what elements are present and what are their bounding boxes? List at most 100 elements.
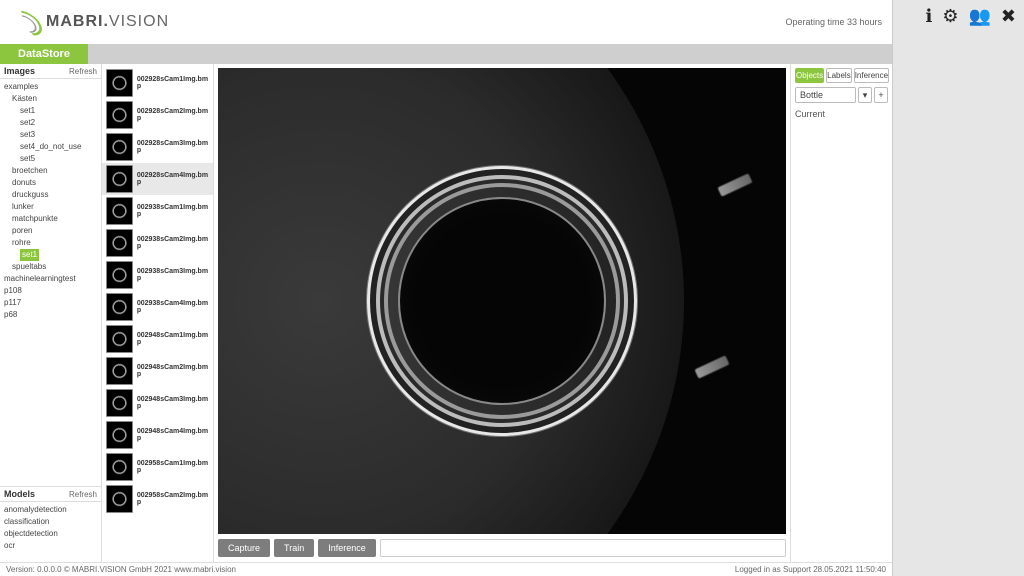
class-select[interactable]: Bottle: [795, 87, 856, 103]
tree-node[interactable]: set3: [4, 129, 99, 141]
module-bar: DataStore: [0, 44, 892, 64]
tree-node[interactable]: p68: [4, 309, 99, 321]
tree-node[interactable]: broetchen: [4, 165, 99, 177]
tree-node[interactable]: examples: [4, 81, 99, 93]
tree-node[interactable]: matchpunkte: [4, 213, 99, 225]
thumbnail-item[interactable]: 002938sCam4Img.bmp: [102, 291, 213, 323]
thumbnail-column[interactable]: 002928sCam1Img.bmp 002928sCam2Img.bmp 0029…: [102, 64, 214, 562]
thumbnail-item[interactable]: 002958sCam1Img.bmp: [102, 451, 213, 483]
thumbnail-image: [106, 389, 133, 417]
thumbnail-image: [106, 133, 133, 161]
logo-text-a: MABRI.: [46, 13, 109, 30]
thumbnail-item[interactable]: 002938sCam2Img.bmp: [102, 227, 213, 259]
thumbnail-image: [106, 69, 133, 97]
thumbnail-image: [106, 101, 133, 129]
thumbnail-name: 002958sCam1Img.bmp: [137, 460, 209, 474]
image-viewer[interactable]: [218, 68, 786, 534]
class-add-button[interactable]: +: [874, 87, 888, 103]
tree-node[interactable]: p108: [4, 285, 99, 297]
tree-node[interactable]: anomalydetection: [4, 504, 99, 516]
tree-node[interactable]: machinelearningtest: [4, 273, 99, 285]
viewer-streak: [717, 173, 752, 196]
models-refresh[interactable]: Refresh: [69, 490, 97, 499]
class-dropdown-icon[interactable]: ▾: [858, 87, 872, 103]
footer-right: Logged in as Support 28.05.2021 11:50:40: [735, 565, 886, 574]
tree-node[interactable]: p117: [4, 297, 99, 309]
thumbnail-name: 002928sCam1Img.bmp: [137, 76, 209, 90]
gear-icon[interactable]: ⚙: [942, 6, 958, 27]
thumbnail-item[interactable]: 002928sCam1Img.bmp: [102, 67, 213, 99]
train-button[interactable]: Train: [274, 539, 314, 557]
thumbnail-name: 002928sCam4Img.bmp: [137, 172, 209, 186]
thumbnail-name: 002928sCam3Img.bmp: [137, 140, 209, 154]
thumbnail-image: [106, 357, 133, 385]
main: Images Refresh examplesKästenset1set2set…: [0, 64, 892, 562]
thumbnail-item[interactable]: 002948sCam3Img.bmp: [102, 387, 213, 419]
footer-left: Version: 0.0.0.0 © MABRI.VISION GmbH 202…: [6, 565, 236, 574]
thumbnail-name: 002948sCam2Img.bmp: [137, 364, 209, 378]
thumbnail-name: 002928sCam2Img.bmp: [137, 108, 209, 122]
thumbnail-name: 002948sCam4Img.bmp: [137, 428, 209, 442]
thumbnail-item[interactable]: 002928sCam3Img.bmp: [102, 131, 213, 163]
tab-inference[interactable]: Inference: [854, 68, 889, 83]
viewer-streak: [695, 355, 730, 378]
module-tab-datastore[interactable]: DataStore: [0, 44, 88, 64]
thumbnail-name: 002938sCam3Img.bmp: [137, 268, 209, 282]
tab-objects[interactable]: Objects: [795, 68, 824, 83]
thumbnail-name: 002948sCam1Img.bmp: [137, 332, 209, 346]
thumbnail-item[interactable]: 002948sCam2Img.bmp: [102, 355, 213, 387]
system-panel: ℹ ⚙ 👥 ✖: [893, 0, 1024, 576]
thumbnail-name: 002938sCam2Img.bmp: [137, 236, 209, 250]
status-bar: Version: 0.0.0.0 © MABRI.VISION GmbH 202…: [0, 562, 892, 576]
users-icon[interactable]: 👥: [968, 6, 990, 27]
thumbnail-item[interactable]: 002928sCam4Img.bmp: [102, 163, 213, 195]
images-refresh[interactable]: Refresh: [69, 67, 97, 76]
viewer-ring-inner: [398, 197, 606, 405]
tree-node[interactable]: ocr: [4, 540, 99, 552]
tree-node[interactable]: classification: [4, 516, 99, 528]
tree-node[interactable]: set1: [4, 249, 99, 261]
tree-node[interactable]: Kästen: [4, 93, 99, 105]
thumbnail-image: [106, 293, 133, 321]
tree-node[interactable]: objectdetection: [4, 528, 99, 540]
inspector-panel: Objects Labels Inference Bottle ▾ + Curr…: [790, 64, 892, 562]
current-label: Current: [795, 109, 888, 119]
inference-button[interactable]: Inference: [318, 539, 376, 557]
tree-node[interactable]: rohre: [4, 237, 99, 249]
action-input[interactable]: [380, 539, 786, 557]
images-tree[interactable]: examplesKästenset1set2set3set4_do_not_us…: [0, 79, 101, 486]
images-panel-head: Images Refresh: [0, 64, 101, 79]
tree-node[interactable]: spueltabs: [4, 261, 99, 273]
thumbnail-item[interactable]: 002948sCam1Img.bmp: [102, 323, 213, 355]
models-tree[interactable]: anomalydetectionclassificationobjectdete…: [0, 502, 101, 562]
thumbnail-name: 002958sCam2Img.bmp: [137, 492, 209, 506]
thumbnail-item[interactable]: 002928sCam2Img.bmp: [102, 99, 213, 131]
tree-node[interactable]: donuts: [4, 177, 99, 189]
tree-node[interactable]: set5: [4, 153, 99, 165]
thumbnail-image: [106, 261, 133, 289]
header: MABRI.VISION Operating time 33 hours: [0, 0, 892, 44]
inspector-tabs: Objects Labels Inference: [795, 68, 888, 83]
capture-button[interactable]: Capture: [218, 539, 270, 557]
close-icon[interactable]: ✖: [1001, 6, 1016, 27]
thumbnail-image: [106, 325, 133, 353]
info-icon[interactable]: ℹ: [926, 6, 933, 27]
tree-node[interactable]: lunker: [4, 201, 99, 213]
tree-node[interactable]: set1: [4, 105, 99, 117]
tree-node[interactable]: druckguss: [4, 189, 99, 201]
thumbnail-item[interactable]: 002938sCam1Img.bmp: [102, 195, 213, 227]
thumbnail-name: 002938sCam4Img.bmp: [137, 300, 209, 314]
models-panel-head: Models Refresh: [0, 486, 101, 502]
operating-time: Operating time 33 hours: [785, 17, 882, 27]
tree-node[interactable]: poren: [4, 225, 99, 237]
thumbnail-item[interactable]: 002958sCam2Img.bmp: [102, 483, 213, 515]
tab-labels[interactable]: Labels: [826, 68, 852, 83]
thumbnail-item[interactable]: 002948sCam4Img.bmp: [102, 419, 213, 451]
thumbnail-name: 002948sCam3Img.bmp: [137, 396, 209, 410]
thumbnail-image: [106, 485, 133, 513]
thumbnail-item[interactable]: 002938sCam3Img.bmp: [102, 259, 213, 291]
tree-node[interactable]: set2: [4, 117, 99, 129]
logo-icon: [10, 10, 40, 34]
action-row: Capture Train Inference: [218, 534, 786, 558]
tree-node[interactable]: set4_do_not_use: [4, 141, 99, 153]
